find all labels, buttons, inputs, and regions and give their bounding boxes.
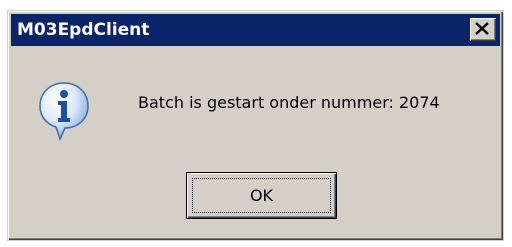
- ok-button-label: OK: [249, 186, 274, 205]
- message-text: Batch is gestart onder nummer: 2074: [138, 93, 440, 112]
- close-icon: [475, 22, 489, 35]
- message-box-dialog: M03EpdClient Batch is gestart onder numm…: [7, 10, 504, 241]
- window-title: M03EpdClient: [17, 20, 150, 40]
- information-icon: [39, 82, 89, 141]
- close-button[interactable]: [470, 18, 496, 41]
- ok-button[interactable]: OK: [186, 172, 337, 219]
- title-bar[interactable]: M03EpdClient: [11, 14, 500, 46]
